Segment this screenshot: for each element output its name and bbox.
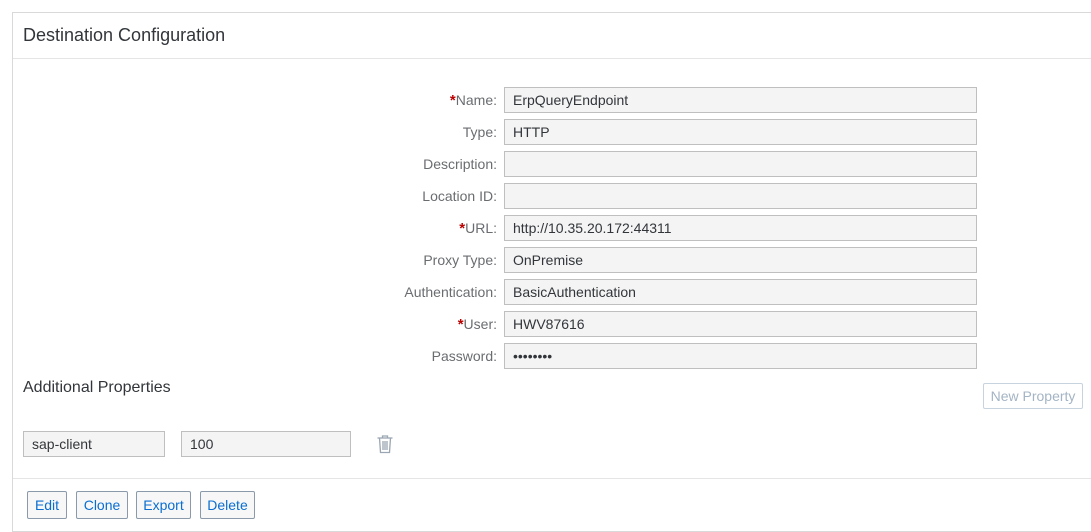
additional-properties-title: Additional Properties (23, 379, 171, 396)
description-label: Description: (423, 156, 497, 172)
page-title: Destination Configuration (23, 25, 226, 45)
trash-icon[interactable] (376, 434, 394, 454)
proxy-type-field[interactable]: OnPremise (504, 247, 977, 273)
footer-divider (13, 478, 1091, 479)
export-button[interactable]: Export (136, 491, 191, 519)
panel-header: Destination Configuration (13, 13, 1091, 59)
new-property-button[interactable]: New Property (983, 383, 1083, 409)
form-row-name: *Name: ErpQueryEndpoint (13, 87, 993, 113)
form-row-user: *User: HWV87616 (13, 311, 993, 337)
type-field[interactable]: HTTP (504, 119, 977, 145)
delete-button[interactable]: Delete (200, 491, 255, 519)
url-label: *URL: (459, 220, 497, 237)
location-id-field[interactable] (504, 183, 977, 209)
proxy-type-label: Proxy Type: (423, 252, 497, 268)
form-row-password: Password: •••••••• (13, 343, 993, 369)
authentication-label: Authentication: (404, 284, 497, 300)
user-field[interactable]: HWV87616 (504, 311, 977, 337)
form-row-proxy-type: Proxy Type: OnPremise (13, 247, 993, 273)
form-row-description: Description: (13, 151, 993, 177)
form-row-location-id: Location ID: (13, 183, 993, 209)
form-row-type: Type: HTTP (13, 119, 993, 145)
type-label: Type: (462, 124, 497, 140)
password-field[interactable]: •••••••• (504, 343, 977, 369)
property-value-field[interactable]: 100 (181, 431, 351, 457)
name-label: *Name: (449, 92, 497, 109)
name-field[interactable]: ErpQueryEndpoint (504, 87, 977, 113)
form-row-url: *URL: http://10.35.20.172:44311 (13, 215, 993, 241)
authentication-field[interactable]: BasicAuthentication (504, 279, 977, 305)
location-id-label: Location ID: (422, 188, 497, 204)
clone-button[interactable]: Clone (76, 491, 128, 519)
property-key-field[interactable]: sap-client (23, 431, 165, 457)
destination-configuration-panel: Destination Configuration *Name: ErpQuer… (12, 12, 1091, 532)
description-field[interactable] (504, 151, 977, 177)
form-row-authentication: Authentication: BasicAuthentication (13, 279, 993, 305)
password-label: Password: (431, 348, 497, 364)
edit-button[interactable]: Edit (27, 491, 67, 519)
user-label: *User: (457, 316, 497, 333)
url-field[interactable]: http://10.35.20.172:44311 (504, 215, 977, 241)
